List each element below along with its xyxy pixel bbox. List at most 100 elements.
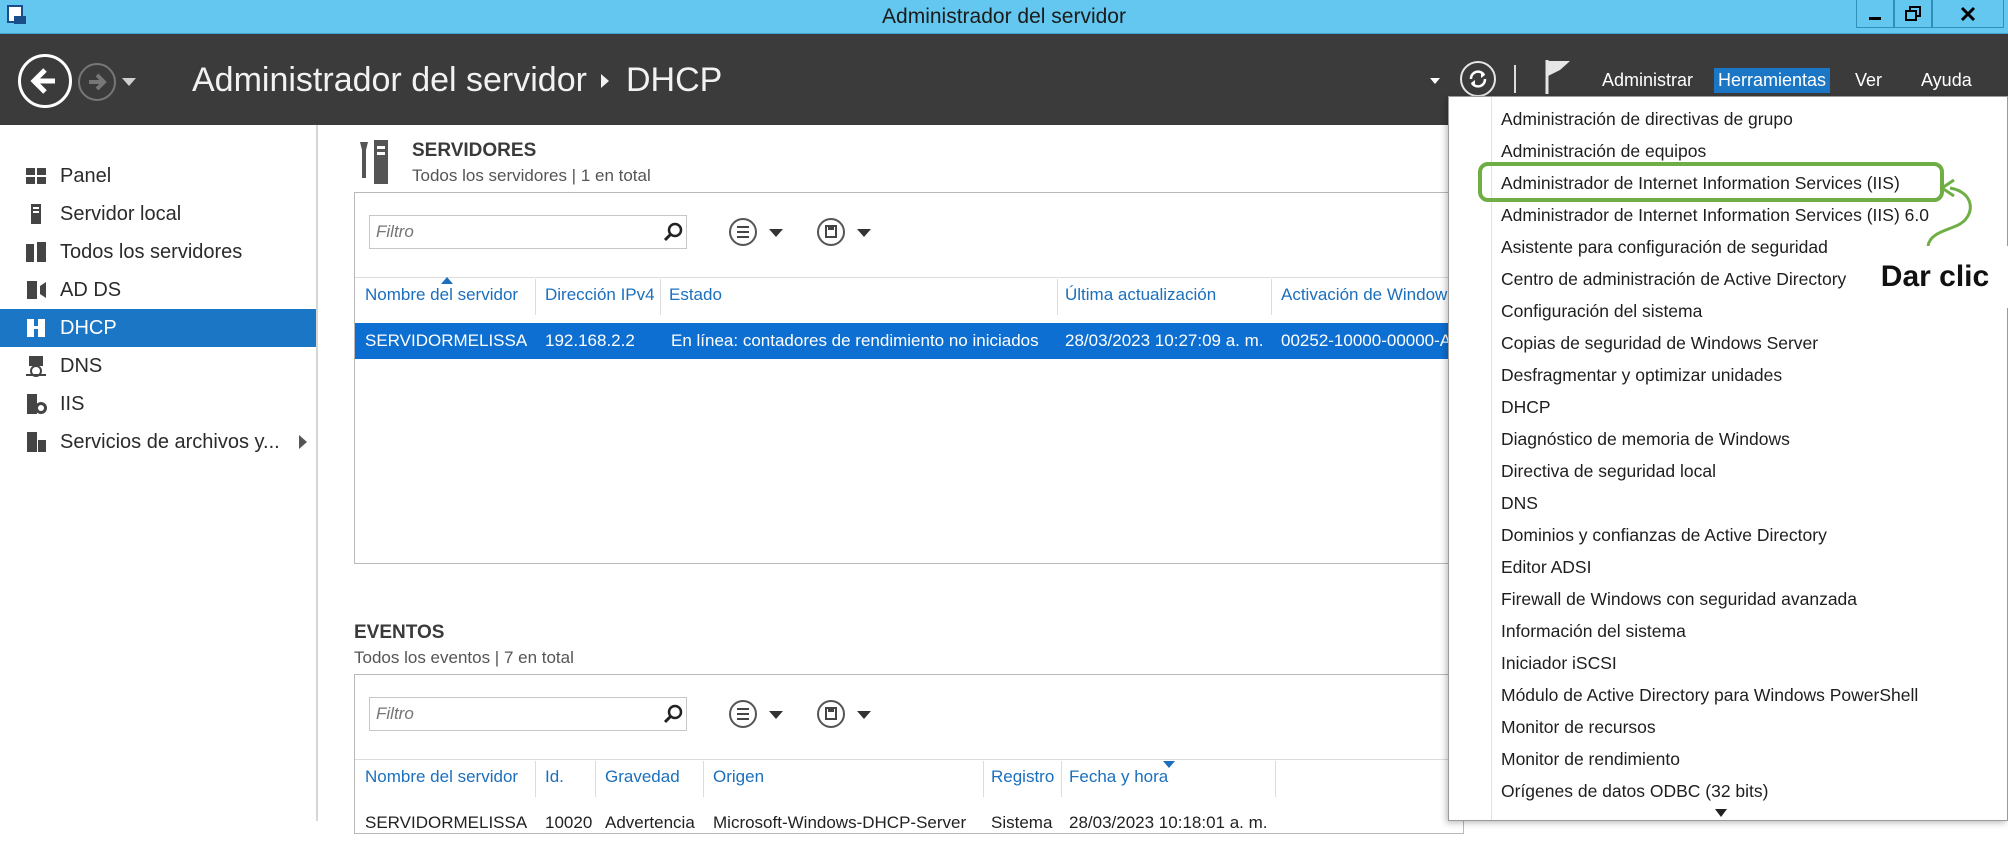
back-button[interactable] <box>18 54 72 108</box>
sidebar-item-label: DHCP <box>60 316 117 339</box>
menu-item-firewall[interactable]: Firewall de Windows con seguridad avanza… <box>1501 589 1857 610</box>
column-header-server-name[interactable]: Nombre del servidor <box>365 285 518 305</box>
cell-last-update: 28/03/2023 10:27:09 a. m. <box>1065 331 1264 350</box>
sidebar-item-ad-ds[interactable]: AD DS <box>0 271 316 309</box>
menu-item-odbc-32[interactable]: Orígenes de datos ODBC (32 bits) <box>1501 781 1768 802</box>
menu-item-iscsi-initiator[interactable]: Iniciador iSCSI <box>1501 653 1617 674</box>
menu-item-resource-monitor[interactable]: Monitor de recursos <box>1501 717 1656 738</box>
sidebar-item-dns[interactable]: DNS <box>0 347 316 385</box>
events-list-options-button[interactable] <box>729 700 757 728</box>
sidebar-item-iis[interactable]: IIS <box>0 385 316 423</box>
dhcp-icon <box>27 319 45 337</box>
save-query-dropdown-icon[interactable] <box>857 229 871 237</box>
menu-herramientas[interactable]: Herramientas <box>1714 68 1831 93</box>
menu-item-ad-domains-trusts[interactable]: Dominios y confianzas de Active Director… <box>1501 525 1827 546</box>
column-header-windows-activation[interactable]: Activación de Window <box>1281 285 1447 305</box>
sidebar-item-label: IIS <box>60 392 85 415</box>
restore-button[interactable] <box>1894 0 1932 28</box>
breadcrumb-separator-icon <box>601 74 609 88</box>
forward-button[interactable] <box>78 63 116 101</box>
minimize-button[interactable] <box>1856 0 1894 28</box>
column-header-source[interactable]: Origen <box>713 767 764 787</box>
column-header-last-update[interactable]: Última actualización <box>1065 285 1216 305</box>
menu-item-local-security-policy[interactable]: Directiva de seguridad local <box>1501 461 1716 482</box>
events-filter-input[interactable] <box>369 697 687 731</box>
servers-tools-icon <box>360 140 388 184</box>
scroll-down-icon[interactable] <box>1715 809 1727 817</box>
history-dropdown-icon[interactable] <box>122 78 136 86</box>
sidebar-item-label: DNS <box>60 354 103 377</box>
column-header-server-name[interactable]: Nombre del servidor <box>365 767 518 787</box>
menu-item-windows-server-backup[interactable]: Copias de seguridad de Windows Server <box>1501 333 1818 354</box>
menu-item-defragment[interactable]: Desfragmentar y optimizar unidades <box>1501 365 1782 386</box>
minimize-icon <box>1869 16 1881 20</box>
cell-source: Microsoft-Windows-DHCP-Server <box>713 813 967 832</box>
servers-title: SERVIDORES <box>412 140 537 161</box>
menu-item-adsi-edit[interactable]: Editor ADSI <box>1501 557 1591 578</box>
column-header-ipv4[interactable]: Dirección IPv4 <box>545 285 655 305</box>
sidebar-item-label: Servicios de archivos y... <box>60 430 280 453</box>
search-icon[interactable] <box>663 221 685 243</box>
cell-server-name: SERVIDORMELISSA <box>365 331 528 350</box>
expand-chevron-icon[interactable] <box>298 435 308 449</box>
table-row[interactable]: SERVIDORMELISSA 192.168.2.2 En línea: co… <box>355 323 1463 359</box>
sidebar-item-panel[interactable]: Panel <box>0 157 316 195</box>
menu-item-ad-admin-center[interactable]: Centro de administración de Active Direc… <box>1501 269 1846 290</box>
refresh-button[interactable] <box>1460 61 1496 97</box>
save-icon <box>825 225 837 238</box>
menu-ver[interactable]: Ver <box>1855 70 1882 91</box>
table-row[interactable]: SERVIDORMELISSA 10020 Advertencia Micros… <box>355 811 1463 841</box>
close-button[interactable] <box>1932 0 2004 28</box>
menu-item-system-information[interactable]: Información del sistema <box>1501 621 1686 642</box>
menu-item-performance-monitor[interactable]: Monitor de rendimiento <box>1501 749 1680 770</box>
list-options-dropdown-icon[interactable] <box>769 229 783 237</box>
servers-subtitle: Todos los servidores | 1 en total <box>412 166 651 185</box>
file-services-icon <box>27 432 46 452</box>
sort-ascending-icon <box>441 277 453 284</box>
column-header-severity[interactable]: Gravedad <box>605 767 680 787</box>
sidebar-item-dhcp[interactable]: DHCP <box>0 309 316 347</box>
toolbar-divider <box>1514 65 1516 93</box>
column-header-status[interactable]: Estado <box>669 285 722 305</box>
annotation-callout: Dar clic <box>1862 246 2008 308</box>
servers-save-query-button[interactable] <box>817 218 845 246</box>
ad-ds-icon <box>27 281 46 299</box>
menu-item-memory-diagnostic[interactable]: Diagnóstico de memoria de Windows <box>1501 429 1790 450</box>
menu-item-system-configuration[interactable]: Configuración del sistema <box>1501 301 1702 322</box>
cell-activation: 00252-10000-00000-A <box>1281 331 1452 350</box>
menu-item-ad-powershell[interactable]: Módulo de Active Directory para Windows … <box>1501 685 1918 706</box>
menu-item-dns[interactable]: DNS <box>1501 493 1538 514</box>
menu-item-security-configuration-wizard[interactable]: Asistente para configuración de segurida… <box>1501 237 1828 258</box>
list-options-dropdown-icon[interactable] <box>769 711 783 719</box>
column-header-date-time[interactable]: Fecha y hora <box>1069 767 1168 787</box>
list-icon <box>737 708 749 720</box>
dashboard-icon <box>26 168 46 184</box>
iis-icon <box>27 394 47 414</box>
events-title: EVENTOS <box>354 622 445 643</box>
breadcrumb-root[interactable]: Administrador del servidor <box>192 61 587 100</box>
sidebar-item-label: Todos los servidores <box>60 240 243 263</box>
save-query-dropdown-icon[interactable] <box>857 711 871 719</box>
menu-item-dhcp[interactable]: DHCP <box>1501 397 1551 418</box>
save-icon <box>825 707 837 720</box>
sidebar-item-file-services[interactable]: Servicios de archivos y... <box>0 423 316 461</box>
menu-item-iis6-manager[interactable]: Administrador de Internet Information Se… <box>1501 205 1929 226</box>
notifications-flag-icon[interactable] <box>1544 58 1574 96</box>
menu-item-group-policy[interactable]: Administración de directivas de grupo <box>1501 109 1793 130</box>
sidebar-item-label: Servidor local <box>60 202 182 225</box>
sidebar-item-local-server[interactable]: Servidor local <box>0 195 316 233</box>
local-server-icon <box>31 204 41 224</box>
menu-ayuda[interactable]: Ayuda <box>1921 70 1972 91</box>
search-icon[interactable] <box>663 703 685 725</box>
menu-item-computer-management[interactable]: Administración de equipos <box>1501 141 1706 162</box>
servers-list-options-button[interactable] <box>729 218 757 246</box>
list-icon <box>737 226 749 238</box>
window-title: Administrador del servidor <box>882 5 1126 28</box>
menu-administrar[interactable]: Administrar <box>1602 70 1693 91</box>
sidebar-item-all-servers[interactable]: Todos los servidores <box>0 233 316 271</box>
servers-filter-input[interactable] <box>369 215 687 249</box>
notifications-dropdown-icon[interactable] <box>1430 78 1440 84</box>
column-header-log[interactable]: Registro <box>991 767 1054 787</box>
column-header-id[interactable]: Id. <box>545 767 564 787</box>
events-save-query-button[interactable] <box>817 700 845 728</box>
